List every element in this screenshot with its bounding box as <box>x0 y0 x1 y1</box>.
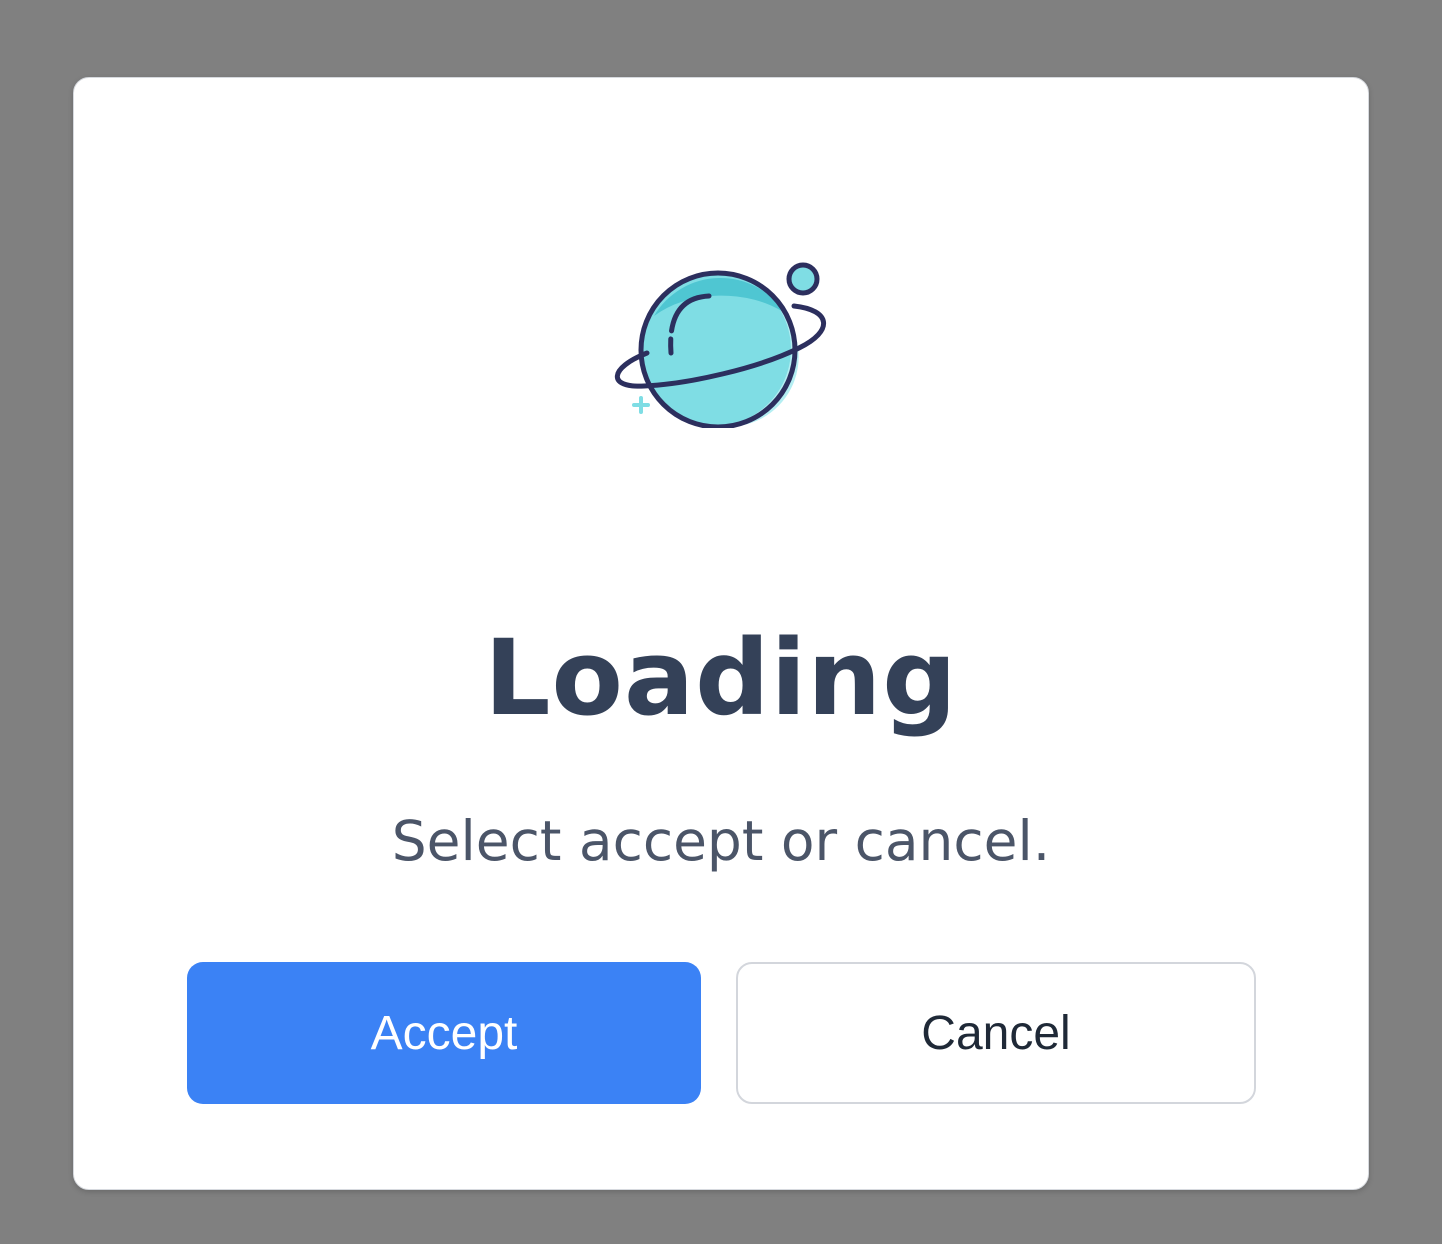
cancel-button[interactable]: Cancel <box>736 962 1256 1104</box>
planet-icon <box>609 258 835 428</box>
loading-dialog: Loading Select accept or cancel. Accept … <box>73 77 1369 1190</box>
accept-button[interactable]: Accept <box>187 962 701 1104</box>
dialog-message: Select accept or cancel. <box>391 809 1051 873</box>
dialog-title: Loading <box>484 617 958 739</box>
